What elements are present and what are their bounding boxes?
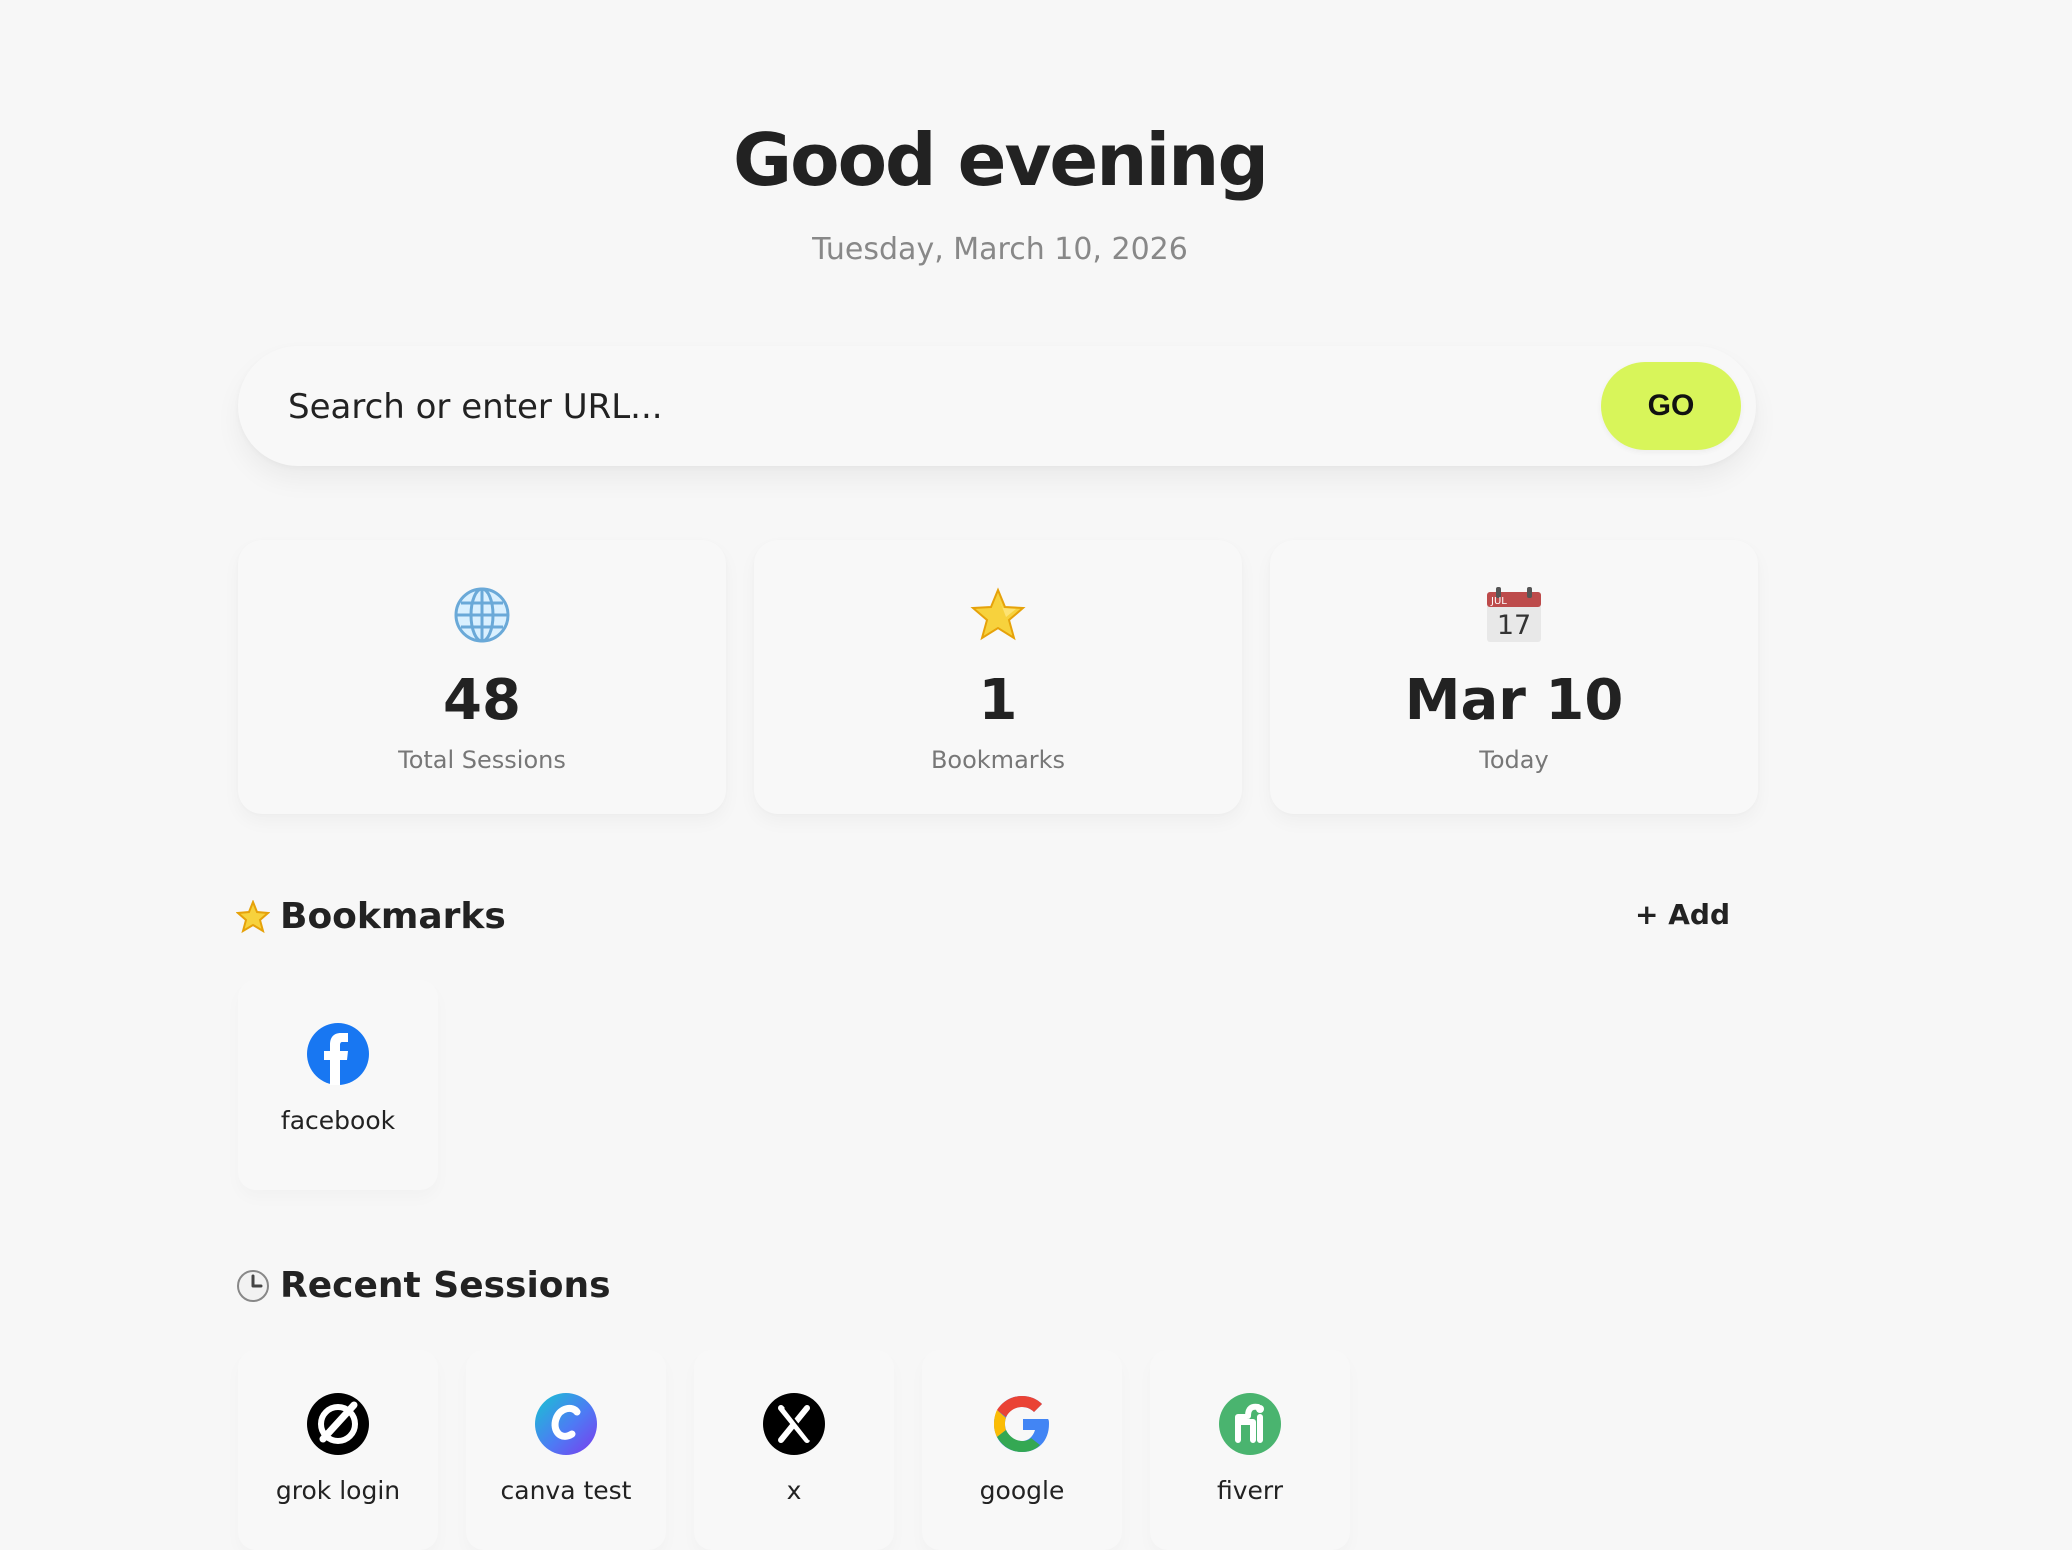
calendar-icon-month: JUL — [1490, 596, 1507, 607]
stat-card-total-sessions: 48 Total Sessions — [238, 540, 726, 814]
google-icon — [994, 1396, 1049, 1452]
stat-value: 1 — [978, 668, 1018, 733]
grok-icon — [307, 1393, 369, 1455]
session-label: grok login — [275, 1476, 401, 1505]
session-tile-fiverr[interactable]: fiverr — [1150, 1350, 1350, 1550]
stat-label: Bookmarks — [930, 746, 1066, 774]
star-icon — [236, 899, 270, 933]
globe-icon — [454, 587, 510, 643]
session-tile-grok-login[interactable]: grok login — [238, 1350, 438, 1550]
session-label: x — [786, 1476, 802, 1505]
greeting-title: Good evening — [733, 118, 1269, 202]
stat-label: Today — [1479, 746, 1549, 774]
clock-icon — [237, 1269, 269, 1302]
recent-sessions-section-heading: Recent Sessions — [236, 1265, 611, 1306]
bookmark-tile-facebook[interactable]: facebook — [238, 980, 438, 1190]
stat-value: Mar 10 — [1404, 668, 1624, 733]
facebook-icon — [307, 1023, 369, 1085]
fiverr-icon — [1219, 1393, 1281, 1455]
search-input[interactable] — [286, 374, 1590, 440]
stat-card-bookmarks: 1 Bookmarks — [754, 540, 1242, 814]
calendar-icon-day: 17 — [1497, 610, 1531, 641]
bookmark-label: facebook — [280, 1106, 396, 1135]
bookmarks-section-heading: Bookmarks — [236, 896, 506, 937]
stat-value: 48 — [443, 668, 521, 733]
session-label: canva test — [500, 1476, 632, 1505]
session-tile-x[interactable]: x — [694, 1350, 894, 1550]
bookmarks-title: Bookmarks — [280, 896, 506, 937]
current-date: Tuesday, March 10, 2026 — [812, 232, 1188, 267]
add-bookmark-button[interactable]: + Add — [1635, 898, 1730, 931]
session-tile-canva-test[interactable]: canva test — [466, 1350, 666, 1550]
session-label: google — [979, 1476, 1065, 1505]
stat-card-today: JUL 17 Mar 10 Today — [1270, 540, 1758, 814]
session-tile-google[interactable]: google — [922, 1350, 1122, 1550]
go-button[interactable]: GO — [1601, 362, 1741, 450]
search-bar: GO — [238, 346, 1756, 466]
calendar-icon: JUL 17 — [1487, 587, 1541, 642]
canva-icon — [535, 1393, 597, 1455]
stat-label: Total Sessions — [398, 746, 566, 774]
new-tab-page: Good evening Tuesday, March 10, 2026 GO … — [0, 0, 2072, 1550]
x-icon — [763, 1393, 825, 1455]
session-label: fiverr — [1216, 1476, 1284, 1505]
star-icon — [970, 587, 1026, 641]
recent-sessions-title: Recent Sessions — [280, 1265, 611, 1306]
